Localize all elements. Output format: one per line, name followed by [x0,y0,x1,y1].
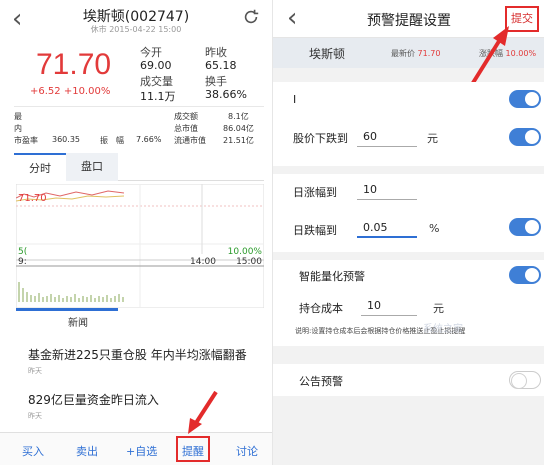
announcement-card: 公告预警 [273,364,544,396]
alert-highlight-box [176,436,210,462]
intraday-chart: 71.70 5( 10.00% 9: 14:00 15:00 [16,184,264,308]
daily-change-card: 日涨幅到 日跌幅到 % [273,174,544,252]
stock-title: 埃斯顿(002747) [82,9,190,25]
open-value: 69.00 [140,59,172,72]
fall-label: 日跌幅到 [293,224,337,237]
news-title[interactable]: 829亿巨量资金昨日流入 [28,391,159,408]
amount-label: 成交额 [174,112,198,121]
watermark: 系统之家 [423,324,463,335]
turnover-label: 换手 [205,75,227,88]
price-up-toggle[interactable] [509,90,541,108]
stock-detail-screen: ‹ 埃斯顿(002747) 休市 2015-04-22 15:00 71.70 … [0,0,272,465]
open-label: 今开 [140,46,162,59]
current-price: 71.70 [36,48,112,81]
bottom-nav: 买入 卖出 +自选 提醒 讨论 [0,432,272,465]
news-title[interactable]: 基金新进225只重仓股 年内半均涨幅翻番 [28,346,247,363]
price-change: +6.52 +10.00% [30,86,111,97]
cost-unit: 元 [433,302,444,315]
cost-input[interactable] [361,296,417,316]
chart-time-end: 15:00 [236,257,262,267]
amplitude-label: 振 幅 [100,136,124,145]
price-up-label: I [293,93,297,106]
add-watchlist-button[interactable]: +自选 [126,443,157,459]
turnover-value: 38.66% [205,88,247,101]
news-date: 昨天 [28,412,42,420]
price-alert-card: I 股价下跌到 元 [273,82,544,166]
price-down-label: 股价下跌到 [293,132,348,145]
rise-label: 日涨幅到 [293,186,337,199]
market-status: 休市 2015-04-22 15:00 [90,25,182,34]
alert-settings-screen: ‹ 预警提醒设置 提交 埃斯顿 最新价 71.70 涨跌幅 10.00% I 股… [272,0,544,465]
chart-time-mid: 14:00 [190,257,216,267]
last-price: 最新价 71.70 [391,49,441,58]
pointer-arrow-icon [469,26,509,88]
refresh-icon[interactable] [242,8,260,26]
buy-button[interactable]: 买入 [22,443,44,459]
stat-label: 最 [14,112,22,121]
announcement-label: 公告预警 [299,375,343,388]
pe-value: 360.35 [52,135,80,144]
tab-news[interactable]: 新闻 [16,314,140,329]
market-cap-value: 86.04亿 [223,124,254,133]
chart-right-pct: 10.00% [228,247,263,257]
pointer-arrow-icon [188,390,218,434]
divider [14,106,264,107]
tab-timeshare[interactable]: 分时 [14,153,66,181]
volume-label: 成交量 [140,75,173,88]
float-cap-label: 流通市值 [174,136,206,145]
announcement-toggle[interactable] [509,371,541,389]
prev-close-label: 昨收 [205,46,227,59]
percent-unit: % [429,222,440,235]
stock-name: 埃斯顿 [309,47,346,61]
price-down-toggle[interactable] [509,128,541,146]
yuan-unit: 元 [427,132,438,145]
amount-value: 8.1亿 [228,112,249,121]
cost-label: 持仓成本 [299,302,343,315]
prev-close-value: 65.18 [205,59,237,72]
rise-input[interactable] [357,180,417,200]
stock-header: ‹ 埃斯顿(002747) 休市 2015-04-22 15:00 [0,0,272,40]
stat-label: 内 [14,124,22,133]
sell-button[interactable]: 卖出 [76,443,98,459]
amplitude-value: 7.66% [136,135,162,144]
volume-value: 11.1万 [140,90,176,103]
pe-label: 市盈率 [14,136,38,145]
chart-time-start: 9: [18,257,27,267]
news-tab-indicator [16,308,118,311]
chart-price-label: 71.70 [18,193,47,204]
smart-alert-label: 智能量化预警 [299,270,365,283]
market-cap-label: 总市值 [174,124,198,133]
tab-orderbook[interactable]: 盘口 [66,153,118,181]
fall-input[interactable] [357,218,417,238]
news-date: 昨天 [28,367,42,375]
chart-left-pct: 5( [18,247,27,257]
price-down-input[interactable] [357,127,417,147]
float-cap-value: 21.51亿 [223,136,254,145]
fall-toggle[interactable] [509,218,541,236]
chart-tabs: 分时 盘口 [14,153,264,181]
smart-alert-toggle[interactable] [509,266,541,284]
discuss-button[interactable]: 讨论 [236,443,258,459]
